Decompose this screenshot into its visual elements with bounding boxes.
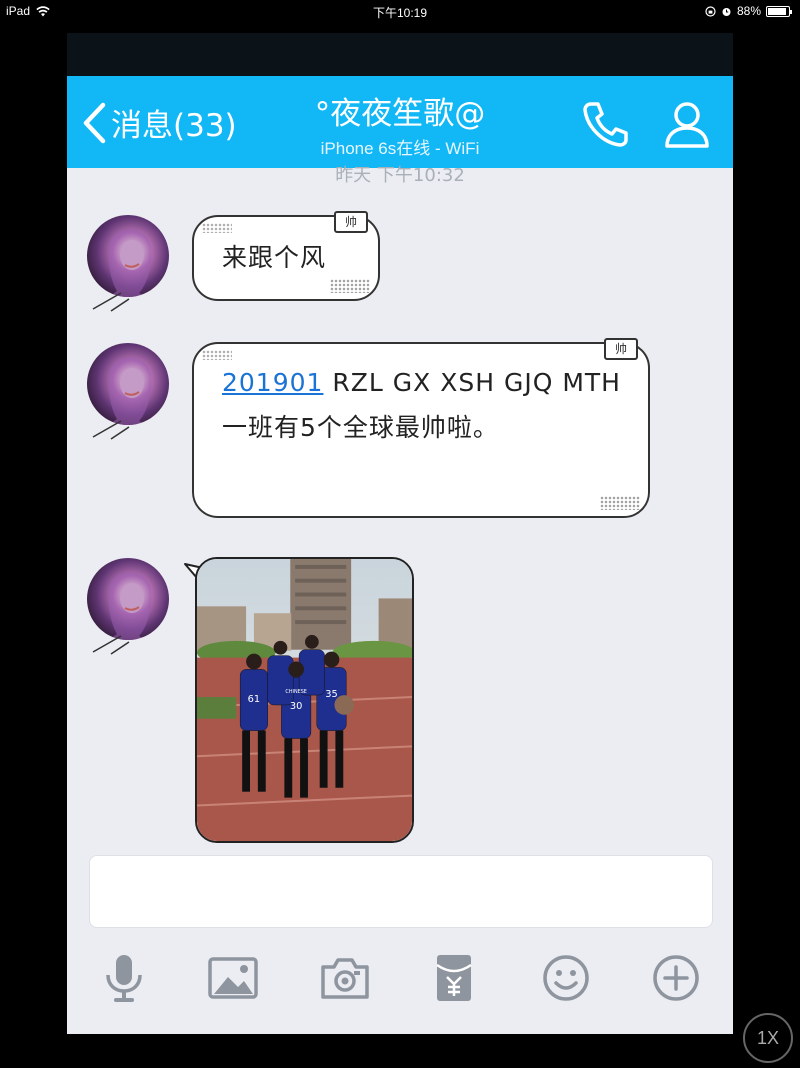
online-status: iPhone 6s在线 - WiFi bbox=[320, 139, 480, 158]
status-bar: iPad 下午10:19 88% bbox=[0, 0, 800, 22]
profile-icon[interactable] bbox=[659, 96, 715, 152]
jersey-number: 35 bbox=[325, 689, 337, 700]
photo-button[interactable] bbox=[206, 951, 260, 1005]
message-bubble[interactable]: 帅 201901 RZL GX XSH GJQ MTH 一班有5个全球最帅啦。 bbox=[192, 338, 650, 518]
chat-toolbar bbox=[67, 951, 733, 1017]
avatar-portrait bbox=[108, 229, 152, 297]
chat-screen: 消息(33) °夜夜笙歌@ iPhone 6s在线 - WiFi 昨天 下午10… bbox=[67, 33, 733, 1034]
battery-percent: 88% bbox=[736, 4, 761, 18]
battery-icon bbox=[766, 5, 792, 17]
message-timestamp: 昨天 下午10:32 bbox=[335, 165, 465, 186]
more-button[interactable] bbox=[649, 951, 703, 1005]
message-text: 201901 RZL GX XSH GJQ MTH 一班有5个全球最帅啦。 bbox=[222, 360, 632, 450]
avatar-portrait bbox=[108, 357, 152, 425]
jersey-number: 30 bbox=[290, 701, 302, 712]
jersey-number: 61 bbox=[248, 694, 260, 705]
plus-icon bbox=[653, 955, 699, 1001]
back-button[interactable]: 消息(33) bbox=[81, 100, 237, 145]
microphone-icon bbox=[106, 955, 142, 1002]
red-packet-icon bbox=[436, 955, 472, 1001]
bubble-tag: 帅 bbox=[334, 211, 368, 233]
bubble-tag: 帅 bbox=[604, 338, 638, 360]
team-photo: 61 30 35 CHINESE bbox=[197, 559, 412, 841]
image-icon bbox=[208, 957, 258, 999]
contact-name: °夜夜笙歌@ bbox=[314, 96, 486, 132]
emoji-button[interactable] bbox=[539, 951, 593, 1005]
orientation-lock-icon bbox=[705, 5, 716, 17]
voice-button[interactable] bbox=[97, 951, 151, 1005]
alarm-icon bbox=[722, 7, 731, 16]
emoji-icon bbox=[543, 955, 589, 1001]
phone-icon[interactable] bbox=[577, 96, 633, 152]
zoom-toggle-button[interactable]: 1X bbox=[743, 1013, 793, 1063]
avatar-pendant-icon bbox=[92, 635, 130, 655]
red-packet-button[interactable] bbox=[427, 951, 481, 1005]
avatar-pendant-icon bbox=[92, 292, 130, 312]
bubble-texture bbox=[202, 223, 232, 233]
avatar-portrait bbox=[108, 572, 152, 640]
status-time: 下午10:19 bbox=[372, 6, 428, 20]
chevron-left-icon bbox=[83, 102, 106, 143]
message-link[interactable]: 201901 bbox=[222, 368, 323, 397]
bubble-texture bbox=[202, 350, 232, 360]
phone-status-strip bbox=[67, 33, 733, 76]
sender-avatar[interactable] bbox=[87, 215, 169, 297]
message-text: 来跟个风 bbox=[222, 243, 327, 272]
message-bubble[interactable]: 帅 来跟个风 bbox=[192, 211, 380, 301]
avatar-pendant-icon bbox=[92, 420, 130, 440]
sender-avatar[interactable] bbox=[87, 343, 169, 425]
sender-avatar[interactable] bbox=[87, 558, 169, 640]
bubble-texture bbox=[330, 279, 370, 293]
image-message[interactable]: 61 30 35 CHINESE bbox=[195, 557, 414, 843]
camera-button[interactable] bbox=[318, 951, 372, 1005]
message-input[interactable] bbox=[89, 855, 713, 928]
jersey-print: CHINESE bbox=[285, 689, 306, 695]
bubble-texture bbox=[600, 496, 640, 510]
camera-icon bbox=[321, 958, 369, 999]
chat-navbar: 消息(33) °夜夜笙歌@ iPhone 6s在线 - WiFi bbox=[67, 76, 733, 168]
